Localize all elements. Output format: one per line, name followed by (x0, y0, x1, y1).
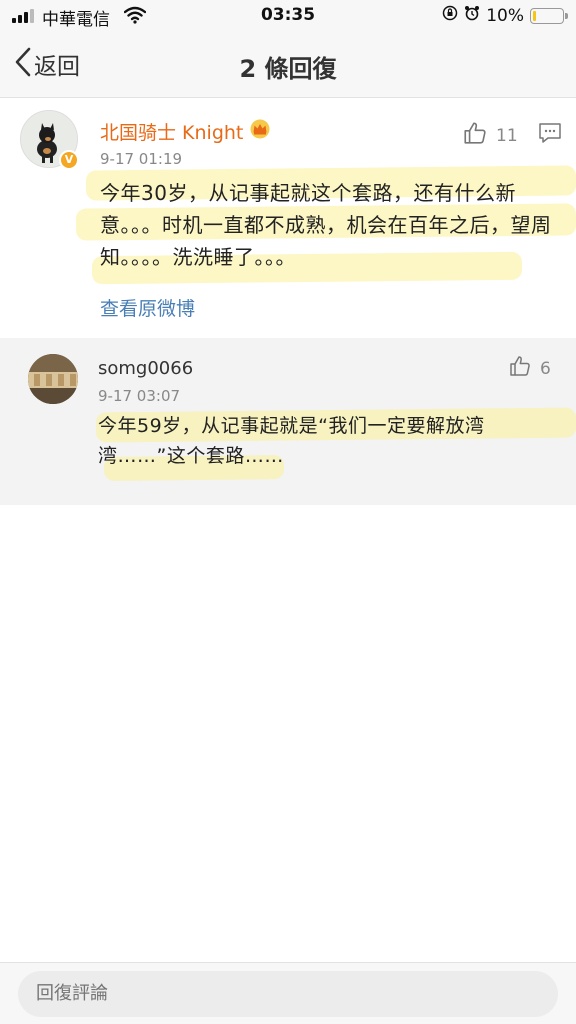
reply-input[interactable] (18, 971, 558, 1017)
battery-level-fill (533, 10, 536, 21)
comment-text: 今年30岁，从记事起就这个套路，还有什么新意。。。时机一直都不成熟，机会在百年之… (100, 181, 552, 269)
thumbs-up-icon (508, 354, 532, 383)
author-name: 北国骑士 Knight (100, 122, 244, 144)
main-comment: V 北国骑士 Knight 9-17 01:19 11 今年30岁，从记事起就这… (0, 98, 576, 338)
reply-text: 今年59岁，从记事起就是“我们一定要解放湾湾……”这个套路…… (98, 415, 485, 467)
like-count: 6 (540, 358, 551, 379)
comment-author[interactable]: 北国骑士 Knight (100, 118, 271, 145)
bottom-bar (0, 962, 576, 1024)
comment-reply-icon[interactable] (538, 122, 562, 148)
alarm-icon (464, 5, 480, 26)
battery-percent: 10% (486, 5, 524, 26)
reply-comment: somg0066 9-17 03:07 6 今年59岁，从记事起就是“我们一定要… (0, 338, 576, 505)
reply-author[interactable]: somg0066 (98, 358, 193, 379)
like-button[interactable]: 11 (462, 120, 518, 151)
view-original-link[interactable]: 查看原微博 (100, 294, 195, 321)
like-count: 11 (496, 125, 518, 146)
status-right: 10% (442, 5, 568, 26)
verified-badge: V (59, 150, 79, 170)
nav-bar: 返回 2 條回復 (0, 32, 576, 98)
page-title: 2 條回復 (239, 55, 337, 83)
avatar[interactable] (28, 354, 78, 404)
orientation-lock-icon (442, 5, 458, 26)
crown-badge-icon (249, 119, 271, 144)
thumbs-up-icon (462, 120, 488, 151)
comment-time: 9-17 01:19 (100, 150, 183, 168)
like-button[interactable]: 6 (508, 354, 551, 383)
status-bar: 中華電信 03:35 10% (0, 0, 576, 32)
battery-icon (530, 7, 568, 24)
reply-time: 9-17 03:07 (98, 387, 181, 405)
